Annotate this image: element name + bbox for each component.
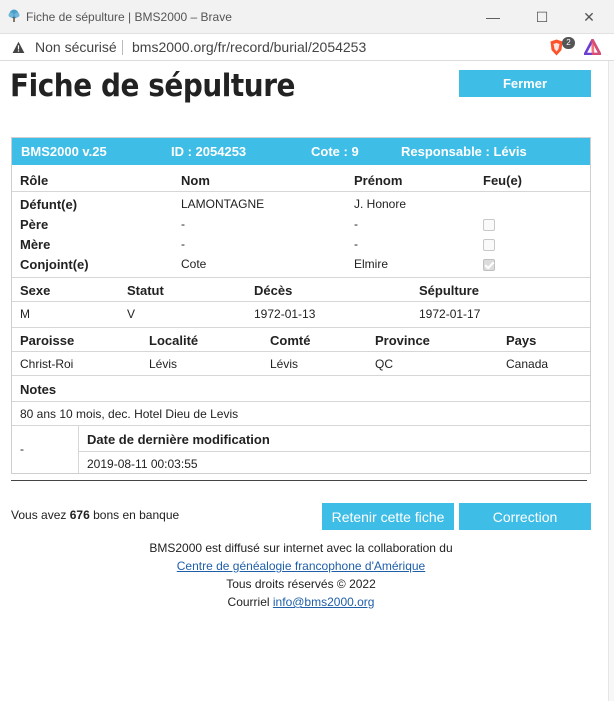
divider	[12, 401, 590, 402]
record-card: BMS2000 v.25 ID : 2054253 Cote : 9 Respo…	[11, 137, 591, 474]
col-feu-header: Feu(e)	[483, 173, 522, 188]
person-nom: Cote	[181, 257, 207, 271]
col-deces-header: Décès	[254, 283, 293, 298]
feu-checkbox-mere	[483, 239, 495, 251]
comte-value: Lévis	[270, 357, 299, 371]
email-link[interactable]: info@bms2000.org	[273, 595, 375, 609]
person-role: Défunt(e)	[20, 197, 78, 212]
shields-count-badge: 2	[562, 37, 575, 49]
maximize-icon: ☐	[535, 8, 549, 25]
sepulture-value: 1972-01-17	[419, 307, 481, 321]
person-role: Père	[20, 217, 49, 232]
statut-value: V	[127, 307, 136, 321]
person-role: Mère	[20, 237, 51, 252]
province-value: QC	[375, 357, 393, 371]
paroisse-value: Christ-Roi	[20, 357, 74, 371]
window-title: Fiche de sépulture | BMS2000 – Brave	[26, 10, 232, 24]
feu-checkbox-pere	[483, 219, 495, 231]
address-separator	[122, 40, 123, 55]
footer-rights: Tous droits réservés © 2022	[226, 577, 376, 591]
warning-icon[interactable]	[12, 41, 25, 54]
record-responsable: Responsable : Lévis	[401, 144, 527, 159]
col-nom-header: Nom	[181, 173, 210, 188]
footer-link-line: Centre de généalogie francophone d'Améri…	[0, 559, 602, 573]
divider	[78, 425, 79, 473]
record-header: BMS2000 v.25 ID : 2054253 Cote : 9 Respo…	[12, 138, 590, 165]
divider	[12, 375, 590, 376]
divider	[12, 191, 590, 192]
person-role: Conjoint(e)	[20, 257, 89, 272]
col-localite-header: Localité	[149, 333, 199, 348]
divider	[78, 451, 590, 452]
divider	[12, 277, 590, 278]
brave-rewards-icon[interactable]	[584, 39, 601, 55]
page-title: Fiche de sépulture	[10, 68, 295, 104]
divider	[12, 327, 590, 328]
bank-suffix: bons en banque	[93, 508, 180, 522]
minimize-button[interactable]: —	[478, 5, 508, 29]
pays-value: Canada	[506, 357, 549, 371]
localite-value: Lévis	[149, 357, 178, 371]
notes-text: 80 ans 10 mois, dec. Hotel Dieu de Levis	[20, 407, 239, 421]
footer-line1: BMS2000 est diffusé sur internet avec la…	[149, 541, 453, 555]
col-pays-header: Pays	[506, 333, 537, 348]
window-titlebar: Fiche de sépulture | BMS2000 – Brave — ☐…	[0, 0, 614, 34]
close-window-button[interactable]: ✕	[574, 5, 604, 29]
col-role-header: Rôle	[20, 173, 49, 188]
close-icon: ✕	[583, 8, 595, 25]
person-prenom: Elmire	[354, 257, 389, 271]
bank-balance: Vous avez 676 bons en banque	[11, 508, 179, 522]
divider	[12, 425, 590, 426]
divider	[12, 301, 590, 302]
sexe-value: M	[20, 307, 30, 321]
footer-email-line: Courriel info@bms2000.org	[0, 595, 602, 609]
address-bar: Non sécurisé bms2000.org/fr/record/buria…	[0, 34, 614, 61]
record-version: BMS2000 v.25	[21, 144, 107, 159]
minimize-icon: —	[486, 9, 500, 25]
bank-prefix: Vous avez	[11, 508, 67, 522]
url-field[interactable]: bms2000.org/fr/record/burial/2054253	[132, 39, 366, 55]
col-sexe-header: Sexe	[20, 283, 51, 298]
background-window-edge	[608, 61, 614, 701]
col-comte-header: Comté	[270, 333, 311, 348]
section-divider	[11, 480, 587, 481]
notes-header: Notes	[20, 382, 57, 397]
col-statut-header: Statut	[127, 283, 164, 298]
modification-left-value: -	[20, 442, 24, 456]
col-province-header: Province	[375, 333, 430, 348]
deces-value: 1972-01-13	[254, 307, 316, 321]
modification-header: Date de dernière modification	[87, 432, 270, 447]
email-prefix: Courriel	[227, 595, 270, 609]
divider	[12, 351, 590, 352]
person-nom: LAMONTAGNE	[181, 197, 265, 211]
person-prenom: -	[354, 217, 358, 231]
tree-icon	[8, 9, 20, 22]
feu-checkbox-conjoint	[483, 259, 495, 271]
cgfa-link[interactable]: Centre de généalogie francophone d'Améri…	[177, 559, 425, 573]
person-prenom: J. Honore	[354, 197, 407, 211]
maximize-button[interactable]: ☐	[527, 5, 557, 29]
record-id: ID : 2054253	[171, 144, 247, 159]
modification-date: 2019-08-11 00:03:55	[87, 457, 198, 471]
person-nom: -	[181, 217, 185, 231]
record-cote: Cote : 9	[311, 144, 359, 159]
col-prenom-header: Prénom	[354, 173, 403, 188]
retain-record-button[interactable]: Retenir cette fiche	[322, 503, 454, 530]
col-paroisse-header: Paroisse	[20, 333, 75, 348]
person-nom: -	[181, 237, 185, 251]
bank-count: 676	[69, 508, 90, 522]
security-label[interactable]: Non sécurisé	[35, 39, 117, 55]
col-sepulture-header: Sépulture	[419, 283, 479, 298]
correction-button[interactable]: Correction	[459, 503, 591, 530]
person-prenom: -	[354, 237, 358, 251]
close-button[interactable]: Fermer	[459, 70, 591, 97]
